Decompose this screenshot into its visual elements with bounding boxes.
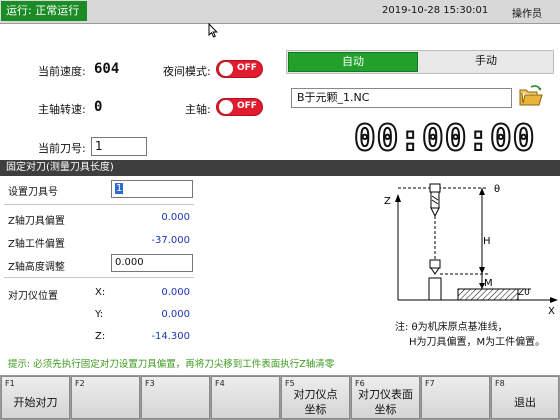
x-axis-label: X	[548, 306, 555, 317]
x-value: 0.000	[161, 287, 190, 298]
f8-exit-button[interactable]: F8 退出	[491, 376, 559, 419]
z-work-offset-value: -37.000	[151, 235, 190, 246]
run-status-badge: 运行: 正常运行	[1, 1, 87, 21]
set-tool-input[interactable]: 1	[111, 180, 193, 198]
open-folder-icon[interactable]	[518, 84, 544, 108]
tab-auto[interactable]: 自动	[288, 52, 418, 72]
toggle-knob	[219, 62, 233, 76]
operator-label[interactable]: 操作员	[512, 5, 542, 20]
divider	[4, 204, 194, 205]
set-tool-label: 设置刀具号	[8, 187, 58, 198]
fkey-number: F7	[425, 379, 435, 388]
current-speed-label: 当前速度:	[38, 65, 86, 78]
night-mode-toggle[interactable]: OFF	[216, 60, 263, 78]
f7-button[interactable]: F7	[421, 376, 490, 419]
f6-setter-surface-button[interactable]: F6 对刀仪表面 坐标	[351, 376, 420, 419]
setter-position-label: 对刀仪位置	[8, 291, 58, 302]
diagram-note-line2: H为刀具偏置，M为工件偏置。	[409, 337, 546, 348]
fkey-label: 坐标	[304, 403, 327, 416]
theta-label: θ	[494, 184, 500, 195]
fkey-number: F3	[145, 379, 155, 388]
tab-manual[interactable]: 手动	[420, 52, 552, 72]
z-label: Z:	[95, 331, 106, 342]
z-height-adjust-input[interactable]: 0.000	[111, 254, 193, 272]
f1-start-setting-button[interactable]: F1 开始对刀	[1, 376, 70, 419]
top-status-bar: 运行: 正常运行 2019-10-28 15:30:01 操作员	[0, 0, 560, 24]
spindle-speed-value: 0	[94, 99, 103, 115]
fkey-number: F4	[215, 379, 225, 388]
z0-label: Z0	[518, 288, 530, 298]
section-header: 固定对刀(测量刀具长度)	[0, 160, 560, 176]
x-label: X:	[95, 287, 106, 298]
mouse-cursor-icon	[208, 23, 218, 38]
fkey-label: 坐标	[374, 403, 397, 416]
toggle-knob	[219, 100, 233, 114]
spindle-switch-label: 主轴:	[185, 103, 211, 116]
f3-button[interactable]: F3	[141, 376, 210, 419]
f2-button[interactable]: F2	[71, 376, 140, 419]
night-mode-label: 夜间模式:	[163, 65, 211, 78]
tool-setting-diagram: Z X θ H M Z0	[384, 183, 558, 317]
spindle-toggle[interactable]: OFF	[216, 98, 263, 116]
hint-text: 提示: 必须先执行固定对刀设置刀具偏置，再将刀尖移到工件表面执行Z轴清零	[8, 359, 335, 370]
set-tool-value: 1	[115, 183, 124, 194]
fkey-number: F2	[75, 379, 85, 388]
z-work-offset-label: Z轴工件偏置	[8, 239, 65, 250]
f5-setter-point-button[interactable]: F5 对刀仪点 坐标	[281, 376, 350, 419]
m-label: M	[484, 278, 493, 289]
h-label: H	[483, 236, 491, 247]
z-tool-offset-label: Z轴刀具偏置	[8, 216, 65, 227]
z-height-adjust-label: Z轴高度调整	[8, 262, 65, 273]
datetime-display: 2019-10-28 15:30:01	[382, 5, 489, 16]
fkey-label: 退出	[514, 396, 536, 409]
fkey-label: 对刀仪表面	[358, 388, 413, 401]
fkey-number: F8	[495, 379, 505, 388]
current-speed-value: 604	[94, 61, 120, 77]
y-label: Y:	[95, 309, 104, 320]
night-mode-state: OFF	[237, 63, 257, 73]
y-value: 0.000	[161, 309, 190, 320]
spindle-state: OFF	[237, 101, 257, 111]
z-tool-offset-value: 0.000	[161, 212, 190, 223]
f4-button[interactable]: F4	[211, 376, 280, 419]
z-axis-label: Z	[384, 196, 391, 207]
divider	[4, 277, 194, 278]
spindle-speed-label: 主轴转速:	[38, 103, 86, 116]
diagram-note-line1: 注: θ为机床原点基准线，	[395, 322, 508, 333]
z-value: -14.300	[151, 331, 190, 342]
fkey-label: 对刀仪点	[293, 388, 338, 401]
program-file-field[interactable]: B于元颗_1.NC	[291, 88, 512, 108]
current-tool-label: 当前刀号:	[38, 142, 86, 155]
fkey-number: F1	[5, 379, 15, 388]
run-timer: 00:00:00	[353, 117, 536, 160]
fkey-label: 开始对刀	[13, 396, 58, 409]
current-tool-field[interactable]: 1	[91, 137, 147, 156]
timer-digits: 00:00:00	[353, 117, 536, 160]
